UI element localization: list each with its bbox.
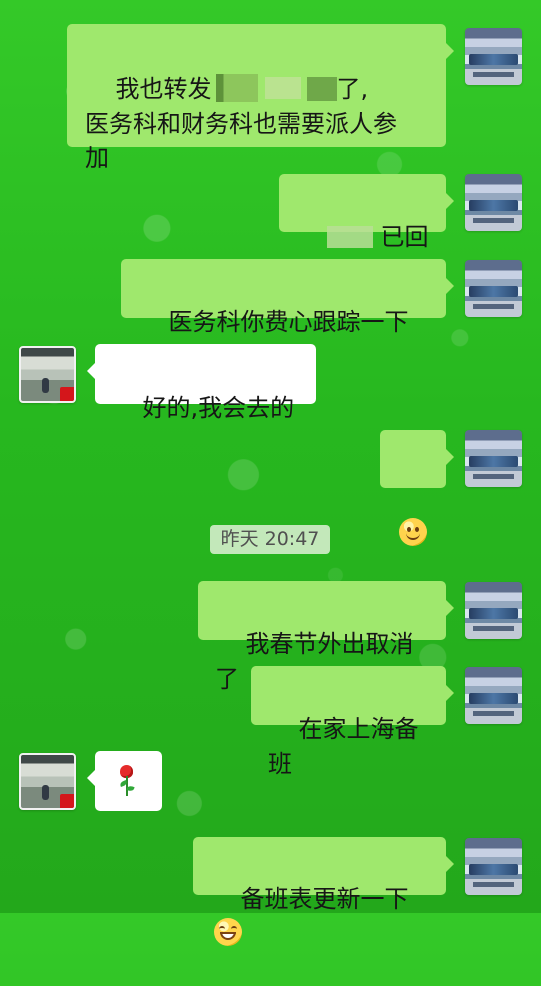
message-bubble-3[interactable]: 医务科你费心跟踪一下哦 (121, 259, 454, 371)
redaction-block (215, 73, 258, 102)
message-bubble-4[interactable]: 好的,我会去的 (87, 344, 316, 422)
redaction-block (326, 225, 373, 248)
message-7-text: 在家上海备班 (268, 714, 419, 778)
message-bubble-6[interactable]: 我春节外出取消了 (198, 581, 454, 693)
my-avatar[interactable] (465, 260, 522, 317)
message-bubble-2[interactable]: 已回复 (279, 174, 454, 286)
contact-avatar[interactable]: ★ (19, 346, 76, 403)
timestamp: 昨天 20:47 (210, 525, 330, 554)
my-avatar[interactable] (465, 582, 522, 639)
flag-icon: ★ (63, 796, 72, 806)
message-bubble-7[interactable]: 在家上海备班 (251, 666, 454, 778)
my-avatar[interactable] (465, 838, 522, 895)
message-bubble-8[interactable] (87, 751, 162, 811)
message-4-text: 好的,我会去的 (142, 393, 295, 422)
smile-icon (399, 517, 427, 546)
flag-icon: ★ (63, 389, 72, 399)
my-avatar[interactable] (465, 667, 522, 724)
contact-avatar[interactable]: ★ (19, 753, 76, 810)
message-9-text: 备班表更新一下 (240, 884, 409, 913)
message-1-prefix: 我也转发 (115, 74, 212, 103)
message-bubble-1[interactable]: 我也转发 了, 医务科和财务科也需要派人参 加 (67, 24, 454, 172)
my-avatar[interactable] (465, 430, 522, 487)
redaction-block (264, 76, 301, 99)
chat-screen: 我也转发了, 医务科和财务科也需要派人参 加 已回复 医务科你费心跟踪一下哦 ★… (0, 0, 541, 946)
grin-icon (214, 917, 242, 946)
message-bubble-9[interactable]: 备班表更新一下 (193, 837, 454, 946)
my-avatar[interactable] (465, 174, 522, 231)
redaction-block (306, 76, 337, 101)
message-bubble-5[interactable] (380, 430, 454, 546)
my-avatar[interactable] (465, 28, 522, 85)
rose-icon (95, 751, 162, 811)
